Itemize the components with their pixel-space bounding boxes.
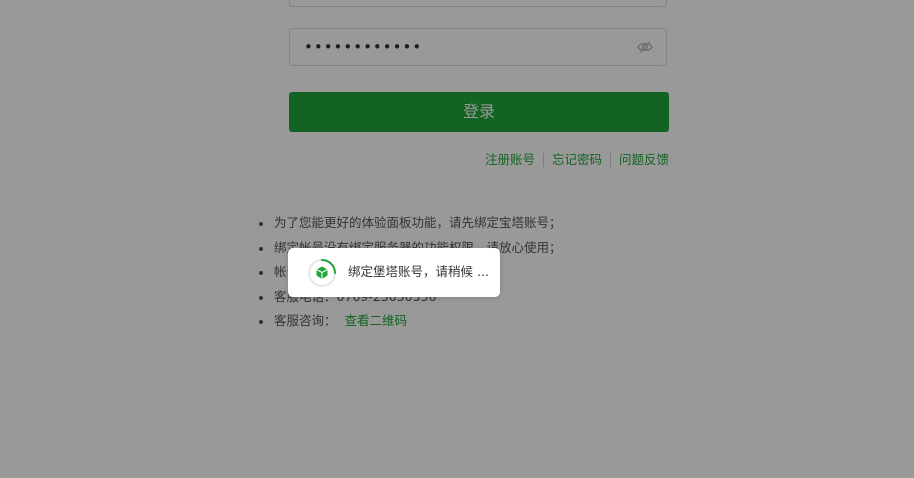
toast-message: 绑定堡塔账号，请稍候 ...	[348, 264, 489, 279]
loading-toast: 绑定堡塔账号，请稍候 ...	[288, 248, 500, 297]
modal-overlay	[0, 0, 914, 478]
bt-logo-spinner-icon	[308, 259, 336, 287]
